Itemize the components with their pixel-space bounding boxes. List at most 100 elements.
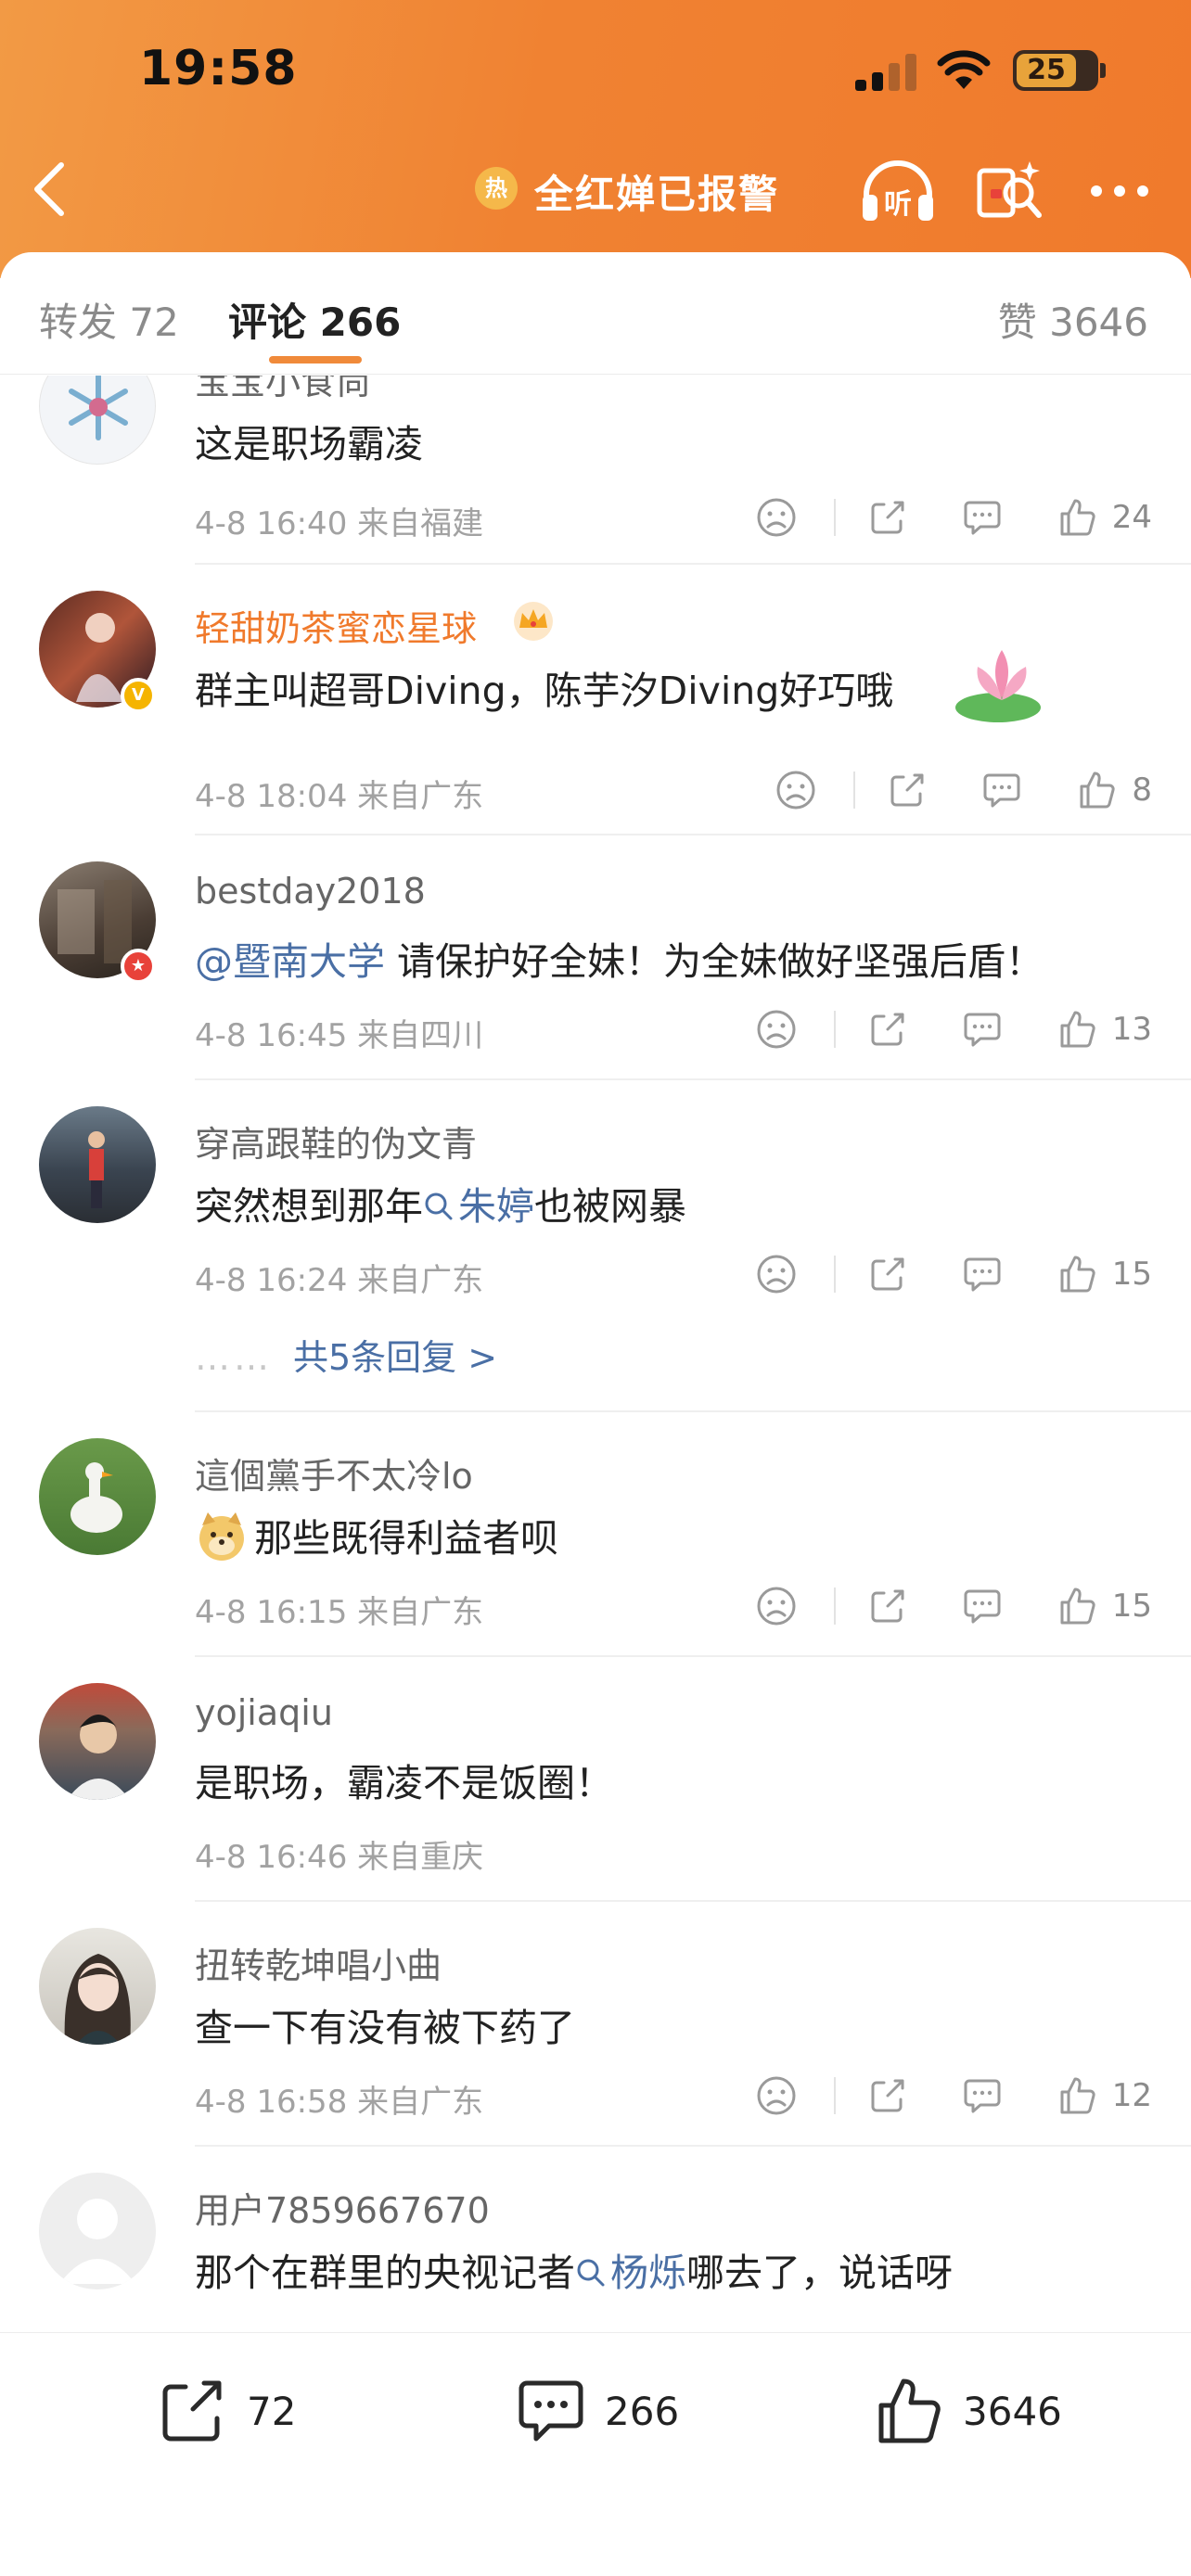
like-count: 12 — [1111, 2077, 1152, 2114]
nav-title: 全红婵已报警 — [534, 172, 780, 217]
dislike-face-icon[interactable] — [756, 1254, 797, 1294]
lotus-sticker-icon — [955, 650, 1041, 722]
reply-bubble-icon[interactable] — [962, 1254, 1003, 1294]
back-chevron-icon[interactable] — [30, 159, 70, 219]
reply-bubble-icon[interactable] — [962, 1586, 1003, 1626]
comment-username[interactable]: 宝宝小食尚 — [195, 376, 371, 404]
view-replies-link[interactable]: …… 共5条回复 > — [195, 1329, 497, 1380]
comment-meta: 4-8 16:24 来自广东 — [195, 1262, 484, 1299]
avatar[interactable] — [39, 376, 156, 465]
like-thumb-icon[interactable] — [1057, 1009, 1097, 1050]
like-button[interactable]: 3646 — [872, 2374, 1062, 2448]
comment-actions: 13 — [756, 1006, 1152, 1052]
tab-comment[interactable]: 评论 266 — [228, 291, 401, 348]
bottom-action-bar: 72 266 3646 — [0, 2332, 1191, 2576]
comment-actions: 15 — [756, 1251, 1152, 1297]
like-thumb-icon[interactable] — [1076, 770, 1117, 810]
comment-bubble-icon — [519, 2380, 583, 2442]
like-thumb-icon[interactable] — [1057, 1254, 1097, 1294]
mention-link[interactable]: @暨南大学 — [195, 939, 385, 984]
comment-username[interactable]: yojiaqiu — [195, 1692, 333, 1733]
comment-username[interactable]: 轻甜奶茶蜜恋星球 — [195, 600, 477, 651]
comment-divider — [195, 563, 1191, 565]
avatar[interactable] — [39, 1683, 156, 1800]
comment-list[interactable]: 宝宝小食尚 这是职场霸凌 4-8 16:40 来自福建 24 V 轻甜奶茶蜜恋星… — [0, 376, 1191, 2332]
reply-dots: …… — [195, 1337, 273, 1378]
comment-divider — [195, 2145, 1191, 2147]
dislike-face-icon[interactable] — [756, 2075, 797, 2116]
reply-bubble-icon[interactable] — [981, 770, 1022, 810]
comment-text-body: 哪去了，说话呀 — [686, 2251, 953, 2295]
comment-text-body: 那个在群里的央视记者 — [195, 2251, 575, 2295]
dislike-face-icon[interactable] — [775, 770, 816, 810]
like-count: 8 — [1132, 772, 1152, 809]
like-thumb-icon[interactable] — [1057, 497, 1097, 538]
avatar[interactable] — [39, 2173, 156, 2289]
dislike-face-icon[interactable] — [756, 1009, 797, 1050]
hot-badge-icon: 热 — [475, 167, 518, 210]
like-thumb-icon — [878, 2378, 941, 2443]
comment-text: 突然想到那年 朱婷也被网暴 — [195, 1175, 686, 1231]
comment-username[interactable]: 用户7859667670 — [195, 2182, 490, 2233]
status-time: 19:58 — [139, 41, 298, 96]
action-separator — [833, 1256, 836, 1293]
comment-username[interactable]: 這個黨手不太冷lo — [195, 1447, 473, 1498]
share-icon[interactable] — [867, 1009, 908, 1050]
avatar[interactable] — [39, 1106, 156, 1223]
reply-bubble-icon[interactable] — [962, 1009, 1003, 1050]
comment-text: 查一下有没有被下药了 — [195, 2006, 575, 2050]
comment-text: 群主叫超哥Diving，陈芋汐Diving好巧哦 — [195, 669, 894, 713]
reply-bubble-icon[interactable] — [962, 2075, 1003, 2116]
share-icon[interactable] — [867, 2075, 908, 2116]
action-separator — [833, 2077, 836, 2114]
avatar[interactable] — [39, 1928, 156, 2045]
wifi-icon — [937, 50, 991, 89]
verified-badge-icon: ★ — [121, 949, 156, 984]
comment-actions: 8 — [775, 767, 1152, 813]
comment-divider — [195, 1900, 1191, 1902]
like-count: 15 — [1111, 1588, 1152, 1625]
like-thumb-icon[interactable] — [1057, 2075, 1097, 2116]
share-icon[interactable] — [867, 1586, 908, 1626]
reply-bubble-icon[interactable] — [962, 497, 1003, 538]
topic-link[interactable]: 杨烁 — [610, 2251, 686, 2295]
comment-divider — [195, 834, 1191, 835]
comment-divider — [195, 1655, 1191, 1657]
comment-text-body: 请保护好全妹！为全妹做好坚强后盾！ — [385, 939, 1044, 984]
comment-text: 这是职场霸凌 — [195, 422, 423, 466]
forward-count: 72 — [247, 2388, 297, 2434]
action-separator — [833, 499, 836, 536]
red-envelope-search-icon[interactable] — [976, 158, 1046, 224]
forward-button[interactable]: 72 — [156, 2374, 296, 2448]
like-thumb-icon[interactable] — [1057, 1586, 1097, 1626]
action-separator — [833, 1011, 836, 1048]
share-icon[interactable] — [867, 1254, 908, 1294]
avatar[interactable] — [39, 1438, 156, 1555]
share-icon[interactable] — [867, 497, 908, 538]
comment-meta: 4-8 16:45 来自四川 — [195, 1017, 484, 1054]
more-dots-icon[interactable] — [1087, 182, 1152, 200]
search-topic-icon — [425, 1192, 453, 1220]
doge-emoji-icon — [199, 1512, 244, 1561]
tab-forward[interactable]: 转发 72 — [39, 291, 179, 348]
dislike-face-icon[interactable] — [756, 497, 797, 538]
action-separator — [833, 1588, 836, 1625]
tab-like[interactable]: 赞 3646 — [998, 291, 1148, 348]
default-user-avatar-icon — [59, 2199, 135, 2284]
listen-headphones-icon[interactable]: 听 — [859, 158, 937, 224]
dislike-face-icon[interactable] — [756, 1586, 797, 1626]
share-icon — [162, 2380, 222, 2442]
goose-avatar-icon — [70, 1462, 122, 1533]
share-icon[interactable] — [887, 770, 928, 810]
comment-username[interactable]: 穿高跟鞋的伪文青 — [195, 1116, 477, 1167]
comment-button[interactable]: 266 — [514, 2374, 679, 2448]
comment-username[interactable]: bestday2018 — [195, 871, 426, 912]
topic-link[interactable]: 朱婷 — [458, 1184, 534, 1229]
comment-actions: 15 — [756, 1583, 1152, 1629]
verified-badge-icon: V — [121, 678, 156, 713]
comment-username[interactable]: 扭转乾坤唱小曲 — [195, 1937, 442, 1988]
avatar-photo-icon — [88, 1131, 105, 1208]
comment-actions: 24 — [756, 494, 1152, 541]
comment-text-body: 突然想到那年 — [195, 1184, 423, 1229]
comment-actions: 12 — [756, 2072, 1152, 2119]
